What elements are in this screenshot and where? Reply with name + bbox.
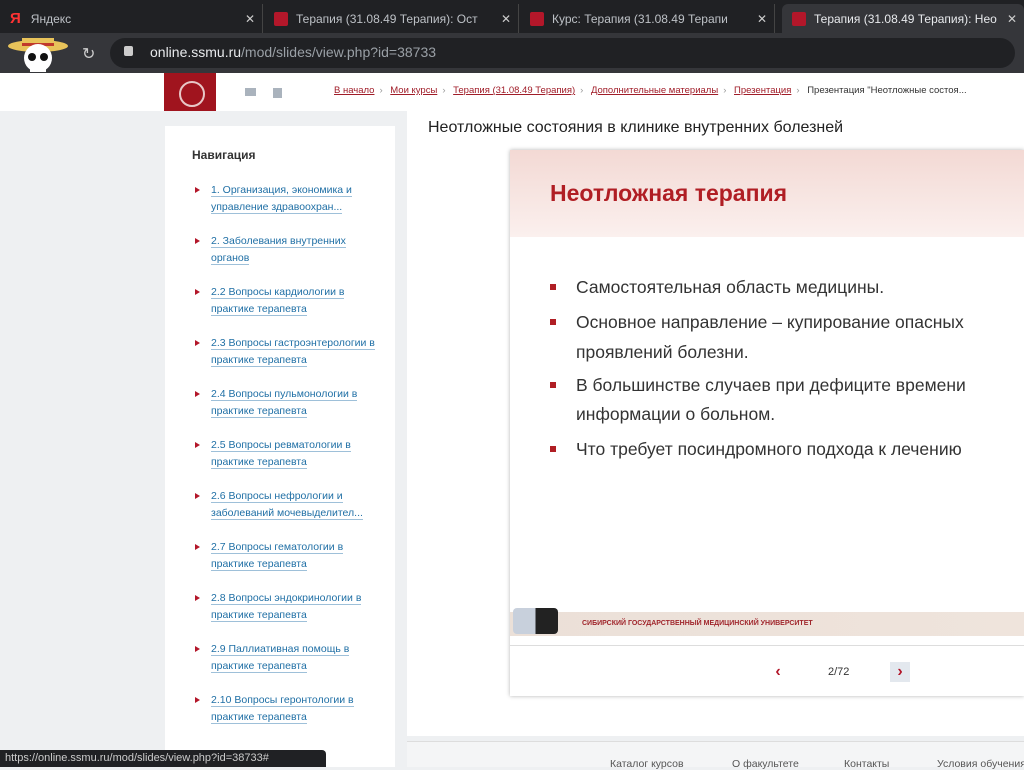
slide-bullet-cont: информации о больном. xyxy=(576,404,776,424)
tab-course[interactable]: Курс: Терапия (31.08.49 Терапи ✕ xyxy=(520,4,775,33)
nav-item[interactable]: 2.4 Вопросы пульмонологии в практике тер… xyxy=(195,386,375,420)
footer-link-contacts[interactable]: Контакты xyxy=(844,758,889,770)
prev-slide-button[interactable]: ‹ xyxy=(768,662,788,682)
slide-bullet: Самостоятельная область медицины. xyxy=(550,272,1024,302)
nav-item[interactable]: 2.6 Вопросы нефрологии и заболеваний моч… xyxy=(195,488,375,522)
close-icon[interactable]: ✕ xyxy=(238,12,262,26)
nav-item[interactable]: 2.2 Вопросы кардиологии в практике терап… xyxy=(195,284,375,318)
yandex-icon: Я xyxy=(10,10,21,27)
slide-bullet-cont: проявлений болезни. xyxy=(576,342,749,362)
url-input[interactable]: online.ssmu.ru/mod/slides/view.php?id=38… xyxy=(110,38,1015,68)
nav-item[interactable]: 2.7 Вопросы гематологии в практике терап… xyxy=(195,539,375,573)
slide-footer: СИБИРСКИЙ ГОСУДАРСТВЕННЫЙ МЕДИЦИНСКИЙ УН… xyxy=(510,608,1024,636)
breadcrumb-course[interactable]: Терапия (31.08.49 Терапия) xyxy=(453,85,575,96)
lock-icon xyxy=(124,46,133,56)
tab-therapy-1[interactable]: Терапия (31.08.49 Терапия): Ост ✕ xyxy=(264,4,519,33)
tonometer-image-icon xyxy=(513,608,558,634)
navigation-sidebar: Навигация 1. Организация, экономика и уп… xyxy=(165,126,395,767)
close-icon[interactable]: ✕ xyxy=(494,12,518,26)
close-icon[interactable]: ✕ xyxy=(1000,12,1024,26)
breadcrumb: В начало › Мои курсы › Терапия (31.08.49 Т… xyxy=(334,85,967,96)
breadcrumb-presentation[interactable]: Презентация xyxy=(734,85,791,96)
ssmu-favicon-icon xyxy=(274,11,288,26)
footer-link-catalog[interactable]: Каталог курсов xyxy=(610,758,684,770)
slide-header: Неотложная терапия xyxy=(510,150,1024,237)
calendar-icon[interactable] xyxy=(273,88,282,98)
breadcrumb-home[interactable]: В начало xyxy=(334,85,374,96)
slide-title: Неотложная терапия xyxy=(550,180,788,206)
nav-item[interactable]: 2.5 Вопросы ревматологии в практике тера… xyxy=(195,437,375,471)
footer-link-faculty[interactable]: О факультете xyxy=(732,758,799,770)
divider xyxy=(510,645,1024,646)
ssmu-favicon-icon xyxy=(530,11,544,26)
mail-icon[interactable] xyxy=(245,88,256,96)
breadcrumb-current: Презентация "Неотложные состоя... xyxy=(807,85,967,96)
page-title: Неотложные состояния в клинике внутренни… xyxy=(428,119,844,136)
slide-viewer: Неотложная терапия Самостоятельная облас… xyxy=(510,150,1024,696)
next-slide-button[interactable]: › xyxy=(890,662,910,682)
slide-bullet: В большинстве случаев при дефиците време… xyxy=(550,370,1024,400)
close-icon[interactable]: ✕ xyxy=(750,12,774,26)
university-logo[interactable] xyxy=(164,73,216,111)
tab-yandex[interactable]: Я Яндекс ✕ xyxy=(0,4,263,33)
tab-active[interactable]: Терапия (31.08.49 Терапия): Нео ✕ xyxy=(782,4,1024,33)
footer-link-terms[interactable]: Условия обучения xyxy=(937,758,1024,770)
breadcrumb-materials[interactable]: Дополнительные материалы xyxy=(591,85,718,96)
nav-item[interactable]: 2.10 Вопросы геронтологии в практике тер… xyxy=(195,692,375,726)
status-bar-url: https://online.ssmu.ru/mod/slides/view.p… xyxy=(0,750,326,767)
sidebar-title: Навигация xyxy=(192,148,256,162)
slide-counter: 2/72 xyxy=(828,666,850,678)
tab-bar: Я Яндекс ✕ Терапия (31.08.49 Терапия): Ост… xyxy=(0,0,1024,33)
reload-icon[interactable]: ↻ xyxy=(82,44,95,64)
nav-item[interactable]: 2. Заболевания внутренних органов xyxy=(195,233,375,267)
skull-avatar-icon xyxy=(8,38,68,72)
nav-item[interactable]: 2.8 Вопросы эндокринологии в практике те… xyxy=(195,590,375,624)
nav-item[interactable]: 2.9 Паллиативная помощь в практике терап… xyxy=(195,641,375,675)
nav-item[interactable]: 2.3 Вопросы гастроэнтерологии в практике… xyxy=(195,335,375,369)
slide-bullet: Основное направление – купирование опасн… xyxy=(550,307,1024,337)
site-footer: Каталог курсов О факультете Контакты Усл… xyxy=(407,741,1024,770)
breadcrumb-my-courses[interactable]: Мои курсы xyxy=(390,85,437,96)
nav-item[interactable]: 1. Организация, экономика и управление з… xyxy=(195,182,375,216)
ssmu-favicon-icon xyxy=(792,11,806,26)
slide-bullet: Что требует посиндромного подхода к лече… xyxy=(550,434,1024,464)
